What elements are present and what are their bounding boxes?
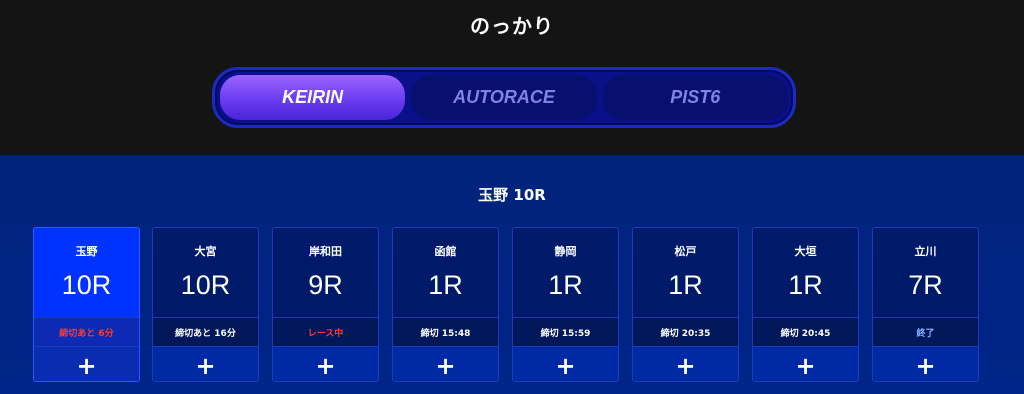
race-card-tachikawa[interactable]: 立川 7R 終了 + <box>872 227 979 382</box>
add-button[interactable]: + <box>633 346 738 381</box>
race-number: 1R <box>668 270 703 300</box>
race-status: 締切あと 16分 <box>153 317 258 346</box>
venue-name: 静岡 <box>554 245 577 258</box>
race-status: 締切 20:45 <box>753 317 858 346</box>
race-card-tamano[interactable]: 玉野 10R 締切あと 6分 + <box>33 227 140 382</box>
race-status: 締切あと 6分 <box>34 317 139 346</box>
tab-keirin[interactable]: KEIRIN <box>220 75 406 120</box>
add-button[interactable]: + <box>873 346 978 381</box>
race-card-matsudo[interactable]: 松戸 1R 締切 20:35 + <box>632 227 739 382</box>
race-status: 締切 15:48 <box>393 317 498 346</box>
race-card-shizuoka[interactable]: 静岡 1R 締切 15:59 + <box>512 227 619 382</box>
race-number: 1R <box>548 270 583 300</box>
race-status: 終了 <box>873 317 978 346</box>
race-number: 1R <box>788 270 823 300</box>
venue-name: 函館 <box>434 245 457 258</box>
race-card-kishiwada[interactable]: 岸和田 9R レース中 + <box>272 227 379 382</box>
venue-name: 岸和田 <box>309 245 342 258</box>
tab-pist6[interactable]: PIST6 <box>602 75 788 120</box>
race-status: レース中 <box>273 317 378 346</box>
add-button[interactable]: + <box>153 346 258 381</box>
race-number: 10R <box>61 270 112 300</box>
race-number: 7R <box>908 270 943 300</box>
add-button[interactable]: + <box>753 346 858 381</box>
venue-name: 大宮 <box>194 245 217 258</box>
venue-name: 大垣 <box>794 245 817 258</box>
page-title: のっかり <box>470 14 554 38</box>
race-card-omiya[interactable]: 大宮 10R 締切あと 16分 + <box>152 227 259 382</box>
add-button[interactable]: + <box>34 346 139 381</box>
race-status: 締切 15:59 <box>513 317 618 346</box>
venue-name: 立川 <box>914 245 937 258</box>
race-status: 締切 20:35 <box>633 317 738 346</box>
race-number: 10R <box>180 270 231 300</box>
race-card-hakodate[interactable]: 函館 1R 締切 15:48 + <box>392 227 499 382</box>
race-card-ogaki[interactable]: 大垣 1R 締切 20:45 + <box>752 227 859 382</box>
venue-name: 玉野 <box>75 245 98 258</box>
tab-autorace[interactable]: AUTORACE <box>411 75 597 120</box>
venue-name: 松戸 <box>674 245 697 258</box>
add-button[interactable]: + <box>513 346 618 381</box>
add-button[interactable]: + <box>393 346 498 381</box>
race-number: 1R <box>428 270 463 300</box>
sport-tabs: KEIRIN AUTORACE PIST6 <box>212 67 796 128</box>
selected-race-title: 玉野 10R <box>478 186 546 204</box>
race-number: 9R <box>308 270 343 300</box>
add-button[interactable]: + <box>273 346 378 381</box>
